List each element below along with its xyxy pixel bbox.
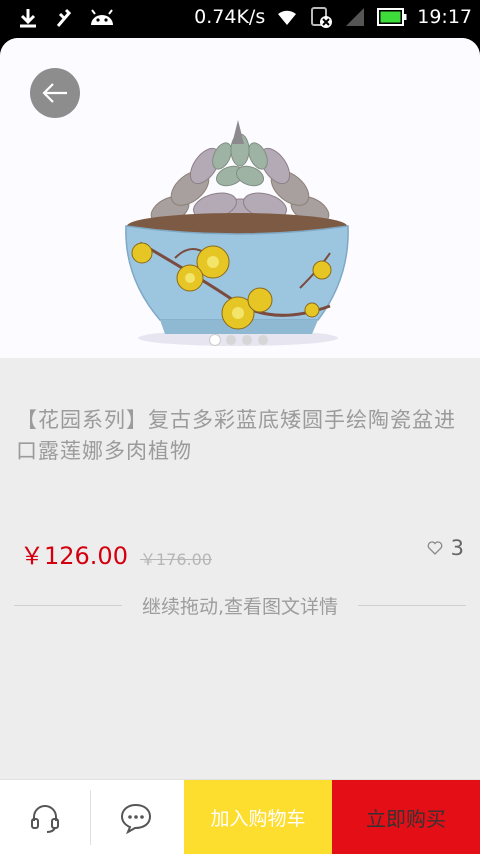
favorite-button[interactable]: 3 [427, 536, 464, 560]
usb-icon [56, 8, 72, 27]
carousel-dot [226, 335, 236, 345]
bottom-action-bar: 加入购物车 立即购买 [0, 779, 480, 854]
status-bar: 0.74K/s 19:17 [0, 0, 480, 38]
heart-icon [427, 541, 442, 555]
current-price: ￥126.00 [20, 542, 128, 570]
arrow-left-icon [42, 83, 67, 103]
like-count: 3 [450, 536, 464, 560]
customer-service-button[interactable] [0, 780, 90, 854]
status-right-icons: 0.74K/s 19:17 [194, 5, 472, 29]
product-title: 【花园系列】复古多彩蓝底矮圆手绘陶瓷盆进口露莲娜多肉植物 [16, 408, 456, 463]
chat-button[interactable] [91, 780, 181, 854]
drag-hint-text: 继续拖动,查看图文详情 [141, 595, 339, 618]
download-icon [20, 9, 36, 28]
original-price: ￥176.00 [140, 550, 212, 569]
carousel-dot [242, 335, 252, 345]
drag-for-details[interactable]: 继续拖动,查看图文详情 [14, 593, 467, 618]
carousel-indicator [210, 335, 268, 345]
chat-bubble-icon [120, 803, 152, 834]
clock: 19:17 [417, 6, 472, 28]
carousel-dot [258, 335, 268, 345]
product-screen: 【花园系列】复古多彩蓝底矮圆手绘陶瓷盆进口露莲娜多肉植物 ￥126.00 ￥17… [0, 38, 480, 854]
carousel-dot-active [210, 335, 220, 345]
status-left-icons [16, 6, 116, 30]
sim-icon [311, 7, 333, 28]
divider-right [358, 604, 467, 606]
back-button[interactable] [30, 68, 80, 118]
divider-left [14, 604, 122, 606]
battery-icon [377, 8, 407, 26]
product-image-carousel[interactable] [0, 38, 480, 358]
signal-icon [346, 8, 365, 26]
wifi-icon [278, 10, 297, 25]
headset-icon [31, 804, 59, 833]
android-icon [91, 9, 113, 25]
add-to-cart-button[interactable]: 加入购物车 [184, 780, 332, 854]
buy-now-button[interactable]: 立即购买 [332, 780, 480, 854]
network-speed: 0.74K/s [194, 6, 266, 28]
